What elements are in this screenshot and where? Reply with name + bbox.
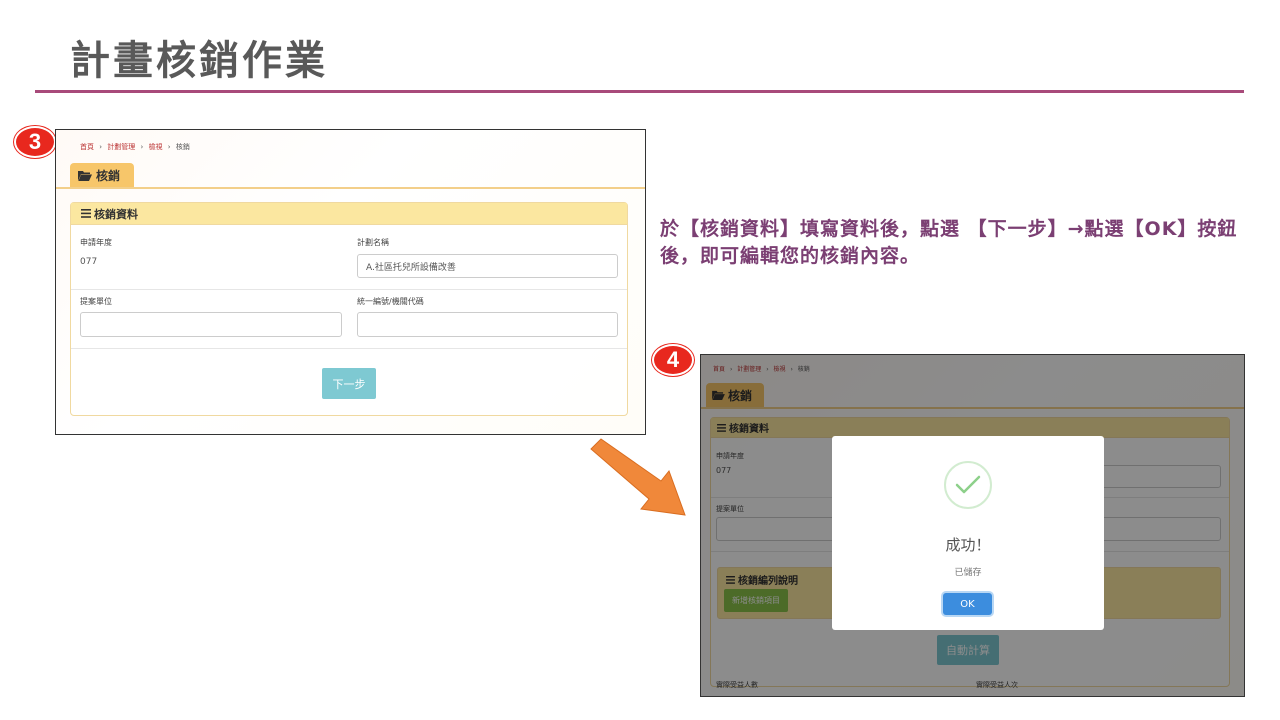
screenshot-step-3: 首頁 › 計劃管理 › 檢視 › 核銷 核銷 核銷資料 申請年度 077 計劃名… (55, 129, 646, 435)
list-icon (81, 209, 91, 218)
row-divider (71, 348, 627, 349)
tax-id-input[interactable] (357, 312, 618, 337)
page-title: 計畫核銷作業 (70, 38, 328, 84)
breadcrumb-manage[interactable]: 計劃管理 (107, 143, 135, 151)
screenshot-step-4: 首頁 › 計劃管理 › 檢視 › 核銷 核銷 核銷資料 申請年度 077 提案單… (700, 354, 1245, 697)
breadcrumb-current: 核銷 (175, 143, 190, 151)
plan-name-input[interactable]: A.社區托兒所設備改善 (357, 254, 618, 278)
success-check-circle (944, 461, 992, 509)
panel-title: 核銷資料 (94, 207, 138, 221)
plan-name-label: 計劃名稱 (357, 238, 389, 247)
success-modal: 成功！ 已儲存 OK (832, 436, 1104, 630)
proposer-label: 提案單位 (80, 297, 112, 306)
breadcrumb-separator: › (140, 143, 144, 151)
panel-header: 核銷資料 (71, 203, 627, 225)
ok-button[interactable]: OK (943, 593, 992, 615)
breadcrumb-home[interactable]: 首頁 (80, 143, 94, 151)
modal-title: 成功！ (945, 536, 991, 554)
next-step-button[interactable]: 下一步 (322, 368, 376, 399)
breadcrumb-separator: › (167, 143, 171, 151)
breadcrumb-view[interactable]: 檢視 (149, 143, 163, 151)
tab-label: 核銷 (96, 168, 121, 183)
tab-writeoff[interactable]: 核銷 (70, 163, 134, 187)
breadcrumb-separator: › (99, 143, 103, 151)
check-icon (955, 475, 981, 494)
breadcrumb: 首頁 › 計劃管理 › 檢視 › 核銷 (80, 142, 190, 152)
title-divider (35, 90, 1244, 93)
proposer-input[interactable] (80, 312, 342, 337)
tab-underline (56, 187, 645, 189)
step-4-badge: 4 (652, 344, 694, 376)
apply-year-value: 077 (80, 257, 98, 267)
arrow-right-down-icon (590, 438, 686, 516)
instruction-text: 於【核銷資料】填寫資料後，點選 【下一步】→點選【OK】按鈕後，即可編輯您的核銷… (660, 218, 1238, 267)
folder-open-icon (78, 170, 92, 181)
modal-subtitle: 已儲存 (954, 568, 982, 578)
tax-id-label: 統一編號/機關代碼 (357, 297, 424, 306)
row-divider (71, 289, 627, 290)
step-3-badge: 3 (14, 126, 56, 158)
apply-year-label: 申請年度 (80, 238, 112, 247)
